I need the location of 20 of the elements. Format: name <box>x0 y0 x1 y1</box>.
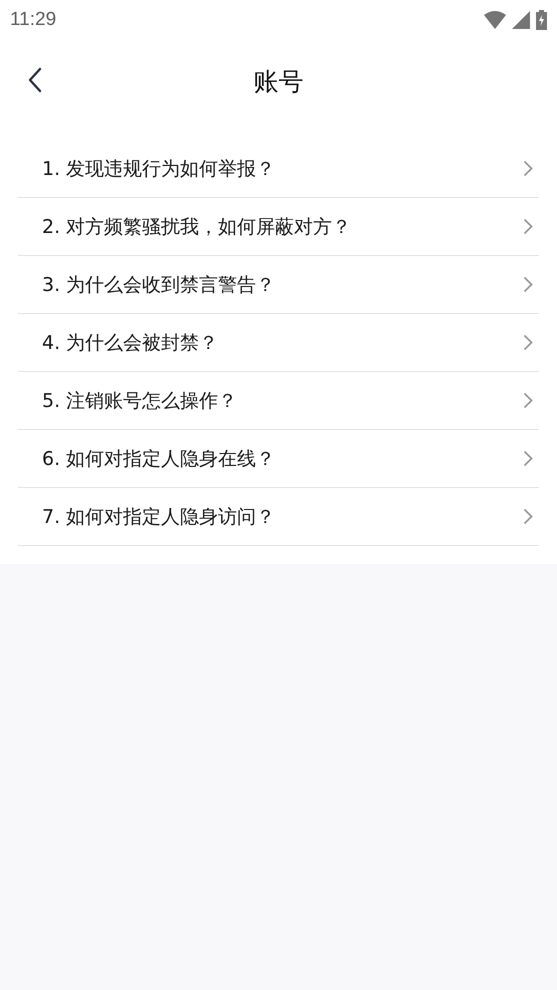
wifi-icon <box>484 11 506 29</box>
chevron-icon <box>523 218 533 235</box>
question-item[interactable]: 4. 为什么会被封禁？ <box>18 314 539 372</box>
battery-icon <box>536 10 547 30</box>
question-item[interactable]: 2. 对方频繁骚扰我，如何屏蔽对方？ <box>18 198 539 256</box>
chevron-icon <box>523 392 533 409</box>
question-item[interactable]: 3. 为什么会收到禁言警告？ <box>18 256 539 314</box>
question-item[interactable]: 6. 如何对指定人隐身在线？ <box>18 430 539 488</box>
signal-icon <box>512 11 530 29</box>
chevron-icon <box>523 508 533 525</box>
question-item[interactable]: 1. 发现违规行为如何举报？ <box>18 140 539 198</box>
chevron-icon <box>523 450 533 467</box>
question-item[interactable]: 5. 注销账号怎么操作？ <box>18 372 539 430</box>
chevron-icon <box>523 276 533 293</box>
back-button[interactable] <box>28 67 42 93</box>
question-item[interactable]: 7. 如何对指定人隐身访问？ <box>18 488 539 546</box>
chevron-icon <box>523 334 533 351</box>
page-title: 账号 <box>254 66 304 98</box>
chevron-icon <box>523 160 533 177</box>
status-time: 11:29 <box>10 9 56 31</box>
